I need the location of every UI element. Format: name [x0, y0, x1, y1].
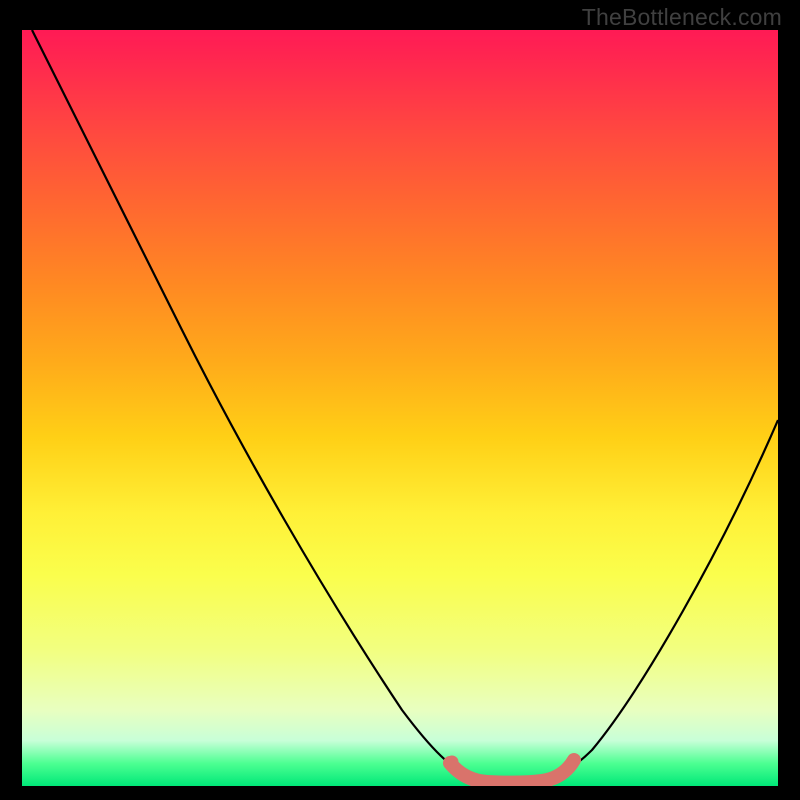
- bottleneck-curve-line: [32, 30, 778, 782]
- watermark-text: TheBottleneck.com: [582, 4, 782, 31]
- chart-container: TheBottleneck.com: [0, 0, 800, 800]
- sweet-spot-marker: [450, 760, 574, 783]
- sweet-spot-dot-left: [446, 756, 459, 769]
- curve-overlay: [22, 30, 778, 786]
- plot-area: [22, 30, 778, 786]
